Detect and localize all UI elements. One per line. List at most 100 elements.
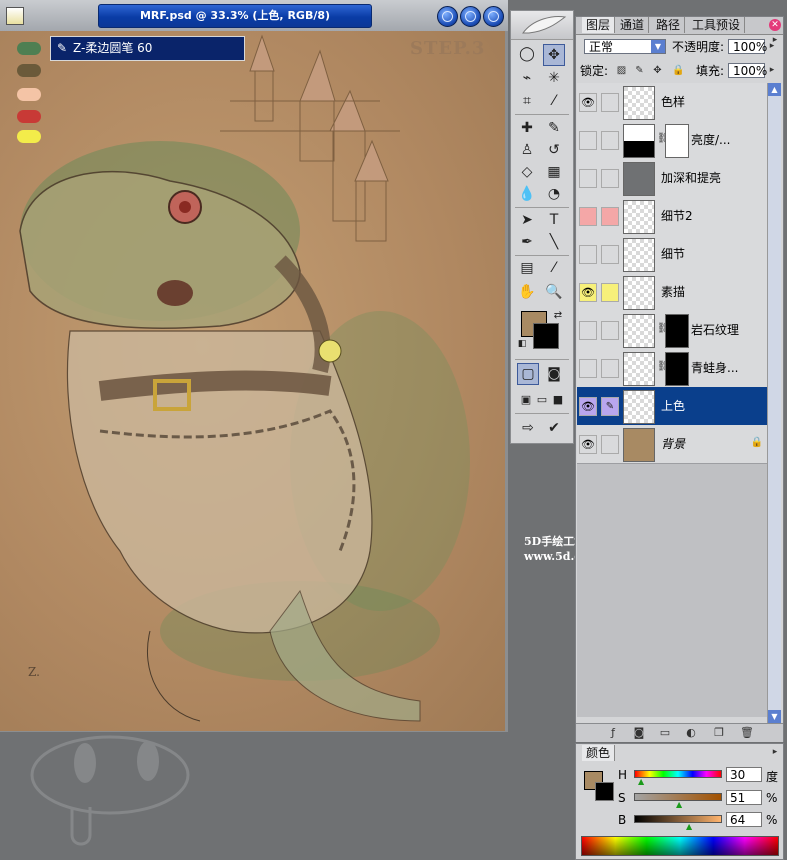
eye-icon[interactable]: 👁 <box>579 435 597 454</box>
layer-thumbnail[interactable] <box>623 352 655 386</box>
close-button[interactable] <box>483 6 504 27</box>
close-icon[interactable]: ✕ <box>769 19 781 31</box>
layer-thumbnail[interactable] <box>623 276 655 310</box>
swap-colors-icon[interactable]: ⇄ <box>547 305 569 327</box>
zoom-tool-icon[interactable]: 🔍 <box>543 281 565 303</box>
layer-row[interactable]: ⛓ 亮度/... <box>577 121 767 160</box>
layer-mask-thumbnail[interactable] <box>665 352 689 386</box>
layer-link-box[interactable] <box>601 321 619 340</box>
tab-color[interactable]: 颜色 <box>582 745 616 761</box>
jump-to-imageready-icon[interactable]: ⇨ <box>517 417 539 439</box>
color-spectrum-ramp[interactable] <box>581 836 779 856</box>
history-brush-tool-icon[interactable]: ↺ <box>543 139 565 161</box>
quick-mask-mode-icon[interactable]: ◙ <box>543 363 565 385</box>
layer-row[interactable]: 细节 <box>577 235 767 274</box>
dodge-tool-icon[interactable]: ◔ <box>543 183 565 205</box>
path-selection-tool-icon[interactable]: ➤ <box>516 209 538 231</box>
document-titlebar[interactable]: MRF.psd @ 33.3% (上色, RGB/8) <box>0 0 508 31</box>
layer-link-box[interactable] <box>601 169 619 188</box>
eye-icon[interactable] <box>579 245 597 264</box>
saturation-slider-thumb[interactable]: ▲ <box>676 800 682 809</box>
scroll-up-icon[interactable]: ▲ <box>768 83 781 96</box>
healing-brush-tool-icon[interactable]: ✚ <box>516 117 538 139</box>
brightness-slider[interactable] <box>634 815 722 823</box>
layer-link-box[interactable] <box>601 283 619 302</box>
minimize-button[interactable] <box>437 6 458 27</box>
saturation-value[interactable]: 51 <box>726 790 762 805</box>
eye-icon[interactable] <box>579 321 597 340</box>
scroll-down-icon[interactable]: ▼ <box>768 710 781 723</box>
standard-mode-icon[interactable]: ▢ <box>517 363 539 385</box>
layer-link-box[interactable] <box>601 131 619 150</box>
layer-style-icon[interactable]: ƒ <box>606 726 620 740</box>
hue-slider[interactable] <box>634 770 722 778</box>
line-tool-icon[interactable]: ╲ <box>543 231 565 253</box>
tab-channels[interactable]: 通道 <box>616 17 650 33</box>
hue-value[interactable]: 30 <box>726 767 762 782</box>
layer-row[interactable]: ⛓ 青蛙身... <box>577 349 767 388</box>
lock-image-icon[interactable]: ✎ <box>634 65 645 76</box>
eyedropper-tool-icon[interactable]: ⁄ <box>543 257 565 279</box>
tab-layers[interactable]: 图层 <box>582 17 616 33</box>
layer-link-box[interactable] <box>601 207 619 226</box>
layer-link-box[interactable] <box>601 93 619 112</box>
magic-wand-tool-icon[interactable]: ✳ <box>543 67 565 89</box>
checkmark-icon[interactable]: ✔ <box>543 417 565 439</box>
layer-mask-thumbnail[interactable] <box>665 314 689 348</box>
brush-tool-icon[interactable]: ✎ <box>543 117 565 139</box>
hand-tool-icon[interactable]: ✋ <box>516 281 538 303</box>
fill-field[interactable]: 100% <box>728 63 767 78</box>
toolbox-header[interactable] <box>511 11 573 40</box>
eye-icon[interactable] <box>579 169 597 188</box>
notes-tool-icon[interactable]: ▤ <box>516 257 538 279</box>
layer-thumbnail[interactable] <box>623 124 655 158</box>
eraser-tool-icon[interactable]: ◇ <box>516 161 538 183</box>
move-tool-icon[interactable]: ✥ <box>543 44 565 66</box>
maximize-button[interactable] <box>460 6 481 27</box>
color-panel-menu-icon[interactable]: ▸ <box>769 745 781 759</box>
new-layer-icon[interactable]: ❐ <box>712 726 726 740</box>
slice-tool-icon[interactable]: ⁄ <box>543 90 565 112</box>
lock-position-icon[interactable]: ✥ <box>652 65 663 76</box>
crop-tool-icon[interactable]: ⌗ <box>516 90 538 112</box>
screen-mode-full-icon[interactable]: ■ <box>547 389 569 411</box>
layer-thumbnail[interactable] <box>623 86 655 120</box>
clone-stamp-tool-icon[interactable]: ♙ <box>516 139 538 161</box>
tab-tool-presets[interactable]: 工具预设 <box>688 17 746 33</box>
layer-thumbnail[interactable] <box>623 314 655 348</box>
layer-thumbnail[interactable] <box>623 238 655 272</box>
eye-icon[interactable]: 👁 <box>579 283 597 302</box>
trash-icon[interactable]: 🗑 <box>740 726 754 740</box>
layer-row[interactable]: 👁 ✎ 上色 <box>577 387 767 426</box>
layer-thumbnail[interactable] <box>623 390 655 424</box>
pen-tool-icon[interactable]: ✒ <box>516 231 538 253</box>
layer-row[interactable]: 细节2 <box>577 197 767 236</box>
type-tool-icon[interactable]: T <box>543 209 565 231</box>
hue-slider-thumb[interactable]: ▲ <box>638 777 644 786</box>
layer-link-box[interactable]: ✎ <box>601 397 619 416</box>
eye-icon[interactable] <box>579 207 597 226</box>
image-canvas[interactable] <box>0 31 505 731</box>
new-group-icon[interactable]: ▭ <box>658 726 672 740</box>
add-mask-icon[interactable]: ◙ <box>632 726 646 740</box>
layer-link-box[interactable] <box>601 435 619 454</box>
layer-row[interactable]: 👁 素描 <box>577 273 767 312</box>
opacity-field[interactable]: 100% <box>728 39 767 54</box>
adjustment-layer-icon[interactable]: ◐ <box>684 726 698 740</box>
layer-link-box[interactable] <box>601 359 619 378</box>
default-colors-icon[interactable]: ◧ <box>511 333 533 355</box>
brightness-slider-thumb[interactable]: ▲ <box>686 822 692 831</box>
layer-row[interactable]: 加深和提亮 <box>577 159 767 198</box>
eye-icon[interactable] <box>579 131 597 150</box>
opacity-slider-arrow-icon[interactable]: ▸ <box>766 39 778 53</box>
eye-icon[interactable]: 👁 <box>579 93 597 112</box>
layers-scrollbar[interactable]: ▲ ▼ <box>767 83 781 723</box>
marquee-tool-icon[interactable]: ◯ <box>516 43 538 65</box>
layer-thumbnail[interactable] <box>623 428 655 462</box>
layer-row[interactable]: 👁 背景 🔒 <box>577 425 767 464</box>
lock-all-icon[interactable]: 🔒 <box>672 65 684 76</box>
chevron-down-icon[interactable]: ▼ <box>651 40 665 53</box>
layer-thumbnail[interactable] <box>623 162 655 196</box>
fill-slider-arrow-icon[interactable]: ▸ <box>766 63 778 77</box>
blend-mode-select[interactable]: 正常 ▼ <box>584 39 666 54</box>
